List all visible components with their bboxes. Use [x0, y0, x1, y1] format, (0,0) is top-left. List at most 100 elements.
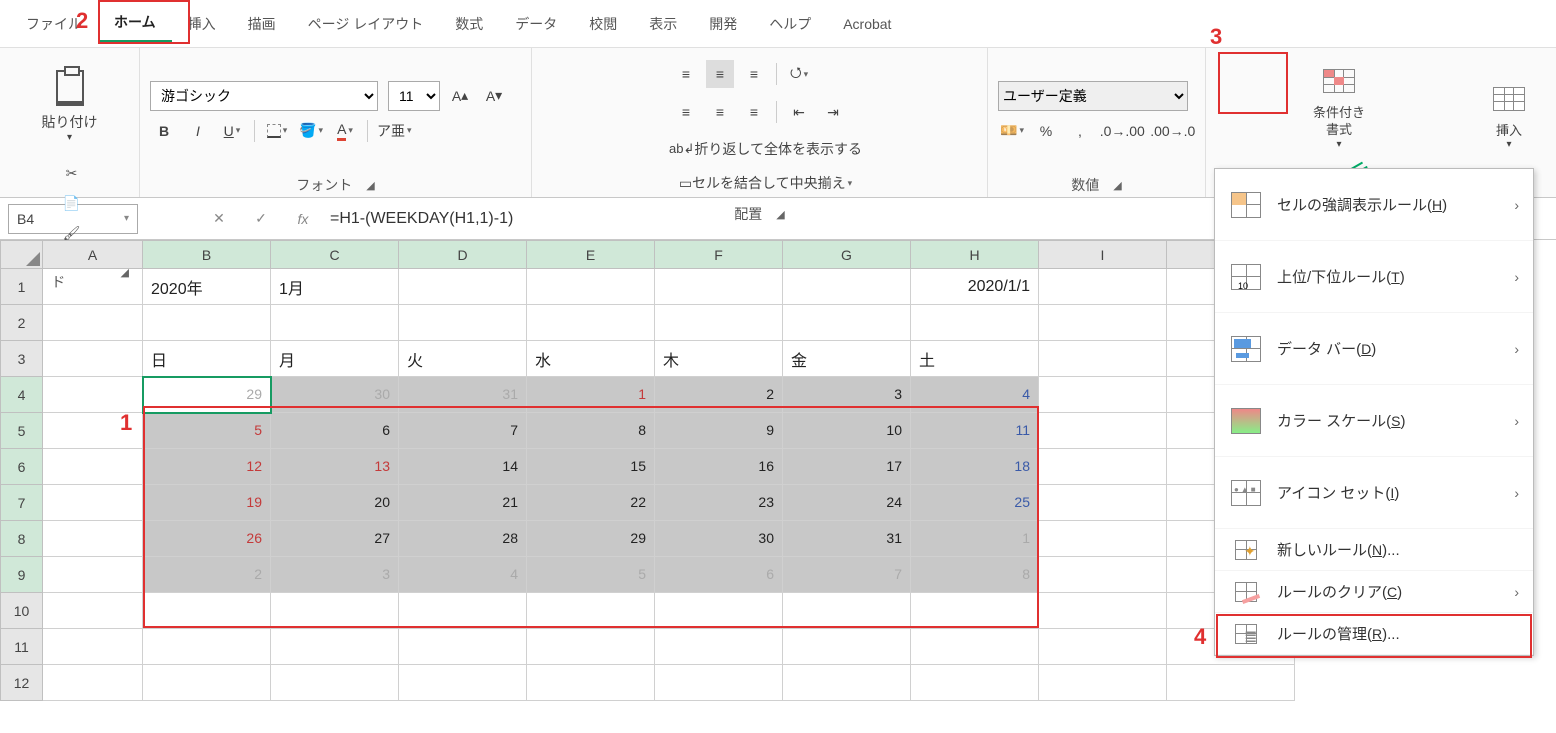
- submenu-arrow-icon: ›: [1514, 485, 1519, 501]
- underline-button[interactable]: U▾: [218, 117, 246, 145]
- tab-help[interactable]: ヘルプ: [753, 6, 827, 42]
- number-launcher-icon[interactable]: ◢: [1113, 179, 1121, 192]
- align-bottom-button[interactable]: ≡: [740, 60, 768, 88]
- row-header[interactable]: 1: [1, 269, 43, 305]
- row-header[interactable]: 6: [1, 449, 43, 485]
- submenu-arrow-icon: ›: [1514, 584, 1519, 600]
- row-header[interactable]: 11: [1, 629, 43, 665]
- font-name-select[interactable]: 游ゴシック: [150, 81, 378, 111]
- menu-clear-rules[interactable]: ルールのクリア(C)›: [1215, 571, 1533, 613]
- tab-draw[interactable]: 描画: [232, 6, 292, 42]
- menu-data-bars[interactable]: データ バー(D)›: [1215, 313, 1533, 385]
- decrease-font-button[interactable]: A▾: [480, 82, 508, 110]
- row-header[interactable]: 12: [1, 665, 43, 701]
- paste-button[interactable]: 貼り付け ▾: [38, 57, 102, 155]
- increase-decimal-button[interactable]: .0→.00: [1100, 117, 1145, 145]
- col-header[interactable]: F: [655, 241, 783, 269]
- top-bottom-icon: [1231, 264, 1261, 290]
- decrease-decimal-button[interactable]: .00→.0: [1151, 117, 1196, 145]
- orientation-button[interactable]: ⭯▾: [785, 60, 813, 88]
- submenu-arrow-icon: ›: [1514, 341, 1519, 357]
- percent-button[interactable]: %: [1032, 117, 1060, 145]
- col-header[interactable]: H: [911, 241, 1039, 269]
- fx-button[interactable]: fx: [286, 204, 320, 234]
- align-middle-button[interactable]: ≡: [706, 60, 734, 88]
- row-header[interactable]: 9: [1, 557, 43, 593]
- tab-page-layout[interactable]: ページ レイアウト: [292, 6, 440, 42]
- merge-center-button[interactable]: ▭ セルを結合して中央揃え ▾: [662, 169, 869, 197]
- bold-button[interactable]: B: [150, 117, 178, 145]
- submenu-arrow-icon: ›: [1514, 413, 1519, 429]
- highlight-rules-icon: [1231, 192, 1261, 218]
- manage-rules-icon: [1235, 624, 1257, 644]
- align-right-button[interactable]: ≡: [740, 98, 768, 126]
- select-all-corner[interactable]: [1, 241, 43, 269]
- comma-button[interactable]: ,: [1066, 117, 1094, 145]
- font-launcher-icon[interactable]: ◢: [366, 179, 374, 192]
- row-header[interactable]: 7: [1, 485, 43, 521]
- number-format-select[interactable]: ユーザー定義: [998, 81, 1188, 111]
- menu-new-rule[interactable]: 新しいルール(N)...: [1215, 529, 1533, 571]
- group-number: ユーザー定義 💴▾ % , .0→.00 .00→.0 数値 ◢: [988, 48, 1206, 197]
- font-color-button[interactable]: A▾: [331, 117, 359, 145]
- border-button[interactable]: ▾: [263, 117, 291, 145]
- number-label: 数値: [1071, 175, 1099, 195]
- col-header[interactable]: E: [527, 241, 655, 269]
- insert-cells-button[interactable]: 挿入▾: [1470, 75, 1548, 155]
- align-launcher-icon[interactable]: ◢: [776, 208, 784, 221]
- cancel-formula-button[interactable]: ✕: [202, 204, 236, 234]
- increase-indent-button[interactable]: ⇥: [819, 98, 847, 126]
- group-align: ≡ ≡ ≡ ⭯▾ ≡ ≡ ≡ ⇤ ⇥ ab↲ 折り返して全体を表示する ▭ セル…: [532, 48, 988, 197]
- decrease-indent-button[interactable]: ⇤: [785, 98, 813, 126]
- fill-color-button[interactable]: 🪣▾: [297, 117, 325, 145]
- currency-button[interactable]: 💴▾: [998, 117, 1026, 145]
- tab-view[interactable]: 表示: [633, 6, 693, 42]
- tab-formula[interactable]: 数式: [439, 6, 499, 42]
- row-header[interactable]: 2: [1, 305, 43, 341]
- callout-1: 1: [120, 410, 132, 436]
- increase-font-button[interactable]: A▴: [446, 82, 474, 110]
- col-header[interactable]: I: [1039, 241, 1167, 269]
- tab-insert[interactable]: 挿入: [172, 6, 232, 42]
- paste-label: 貼り付け: [42, 112, 98, 132]
- callout-2: 2: [76, 8, 88, 34]
- menu-highlight-rules[interactable]: セルの強調表示ルール(H)›: [1215, 169, 1533, 241]
- italic-button[interactable]: I: [184, 117, 212, 145]
- new-rule-icon: [1235, 540, 1257, 560]
- row-header[interactable]: 4: [1, 377, 43, 413]
- menu-icon-sets[interactable]: アイコン セット(I)›: [1215, 457, 1533, 529]
- tab-data[interactable]: データ: [499, 6, 573, 42]
- group-font: 游ゴシック 11 A▴ A▾ B I U▾ ▾ 🪣▾ A▾ ア亜▾ フォント ◢: [140, 48, 532, 197]
- wrap-text-button[interactable]: ab↲ 折り返して全体を表示する: [662, 135, 869, 163]
- align-label: 配置: [734, 204, 762, 224]
- tab-developer[interactable]: 開発: [693, 6, 753, 42]
- tab-review[interactable]: 校閲: [573, 6, 633, 42]
- active-cell[interactable]: 29: [143, 377, 271, 413]
- row-header[interactable]: 5: [1, 413, 43, 449]
- col-header[interactable]: G: [783, 241, 911, 269]
- tab-home[interactable]: ホーム: [98, 4, 172, 43]
- col-header[interactable]: D: [399, 241, 527, 269]
- group-clipboard: 貼り付け ▾ ✂ 📄 🖌 クリップボード◢: [0, 48, 140, 197]
- row-header[interactable]: 3: [1, 341, 43, 377]
- align-center-button[interactable]: ≡: [706, 98, 734, 126]
- confirm-formula-button[interactable]: ✓: [244, 204, 278, 234]
- copy-button[interactable]: 📄: [60, 191, 84, 215]
- col-header[interactable]: C: [271, 241, 399, 269]
- align-left-button[interactable]: ≡: [672, 98, 700, 126]
- row-header[interactable]: 10: [1, 593, 43, 629]
- conditional-format-button[interactable]: 条件付き書式▾: [1300, 57, 1378, 154]
- ruby-button[interactable]: ア亜▾: [376, 117, 413, 145]
- row-header[interactable]: 8: [1, 521, 43, 557]
- col-header[interactable]: A: [43, 241, 143, 269]
- menu-top-bottom-rules[interactable]: 上位/下位ルール(T)›: [1215, 241, 1533, 313]
- col-header[interactable]: B: [143, 241, 271, 269]
- font-label: フォント: [296, 175, 352, 195]
- align-top-button[interactable]: ≡: [672, 60, 700, 88]
- tab-acrobat[interactable]: Acrobat: [827, 8, 907, 40]
- cut-button[interactable]: ✂: [60, 161, 84, 185]
- conditional-format-dropdown: セルの強調表示ルール(H)› 上位/下位ルール(T)› データ バー(D)› カ…: [1214, 168, 1534, 656]
- menu-color-scales[interactable]: カラー スケール(S)›: [1215, 385, 1533, 457]
- menu-manage-rules[interactable]: ルールの管理(R)...: [1215, 613, 1533, 655]
- font-size-select[interactable]: 11: [388, 81, 440, 111]
